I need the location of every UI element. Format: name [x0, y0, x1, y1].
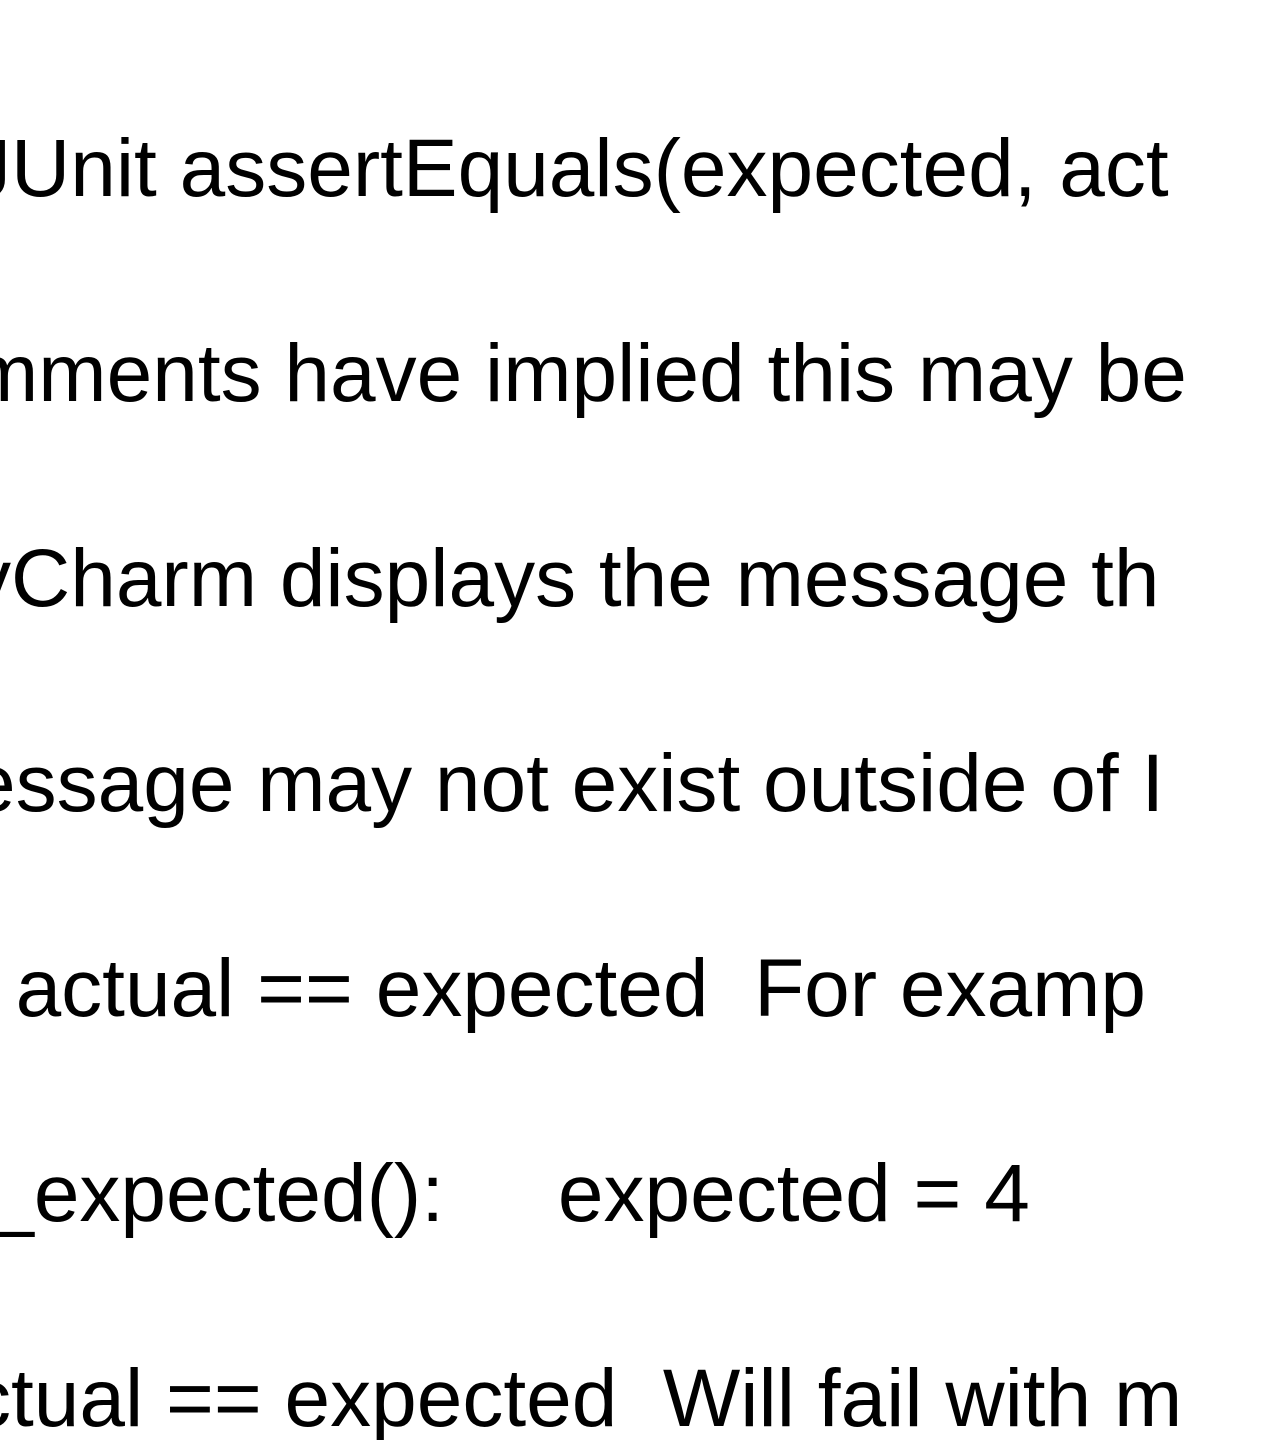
cropped-text-fragment: JUnit assertEquals(expected, act mments … — [0, 15, 1187, 1440]
text-line-7: ctual == expected Will fail with m — [0, 1348, 1187, 1440]
text-line-5: t actual == expected For examp — [0, 938, 1187, 1041]
text-line-2: mments have implied this may be — [0, 323, 1187, 426]
text-line-3: yCharm displays the message th — [0, 528, 1187, 631]
text-line-1: JUnit assertEquals(expected, act — [0, 118, 1187, 221]
text-line-4: essage may not exist outside of I — [0, 733, 1187, 836]
text-line-6: l_expected(): expected = 4 — [0, 1143, 1187, 1246]
